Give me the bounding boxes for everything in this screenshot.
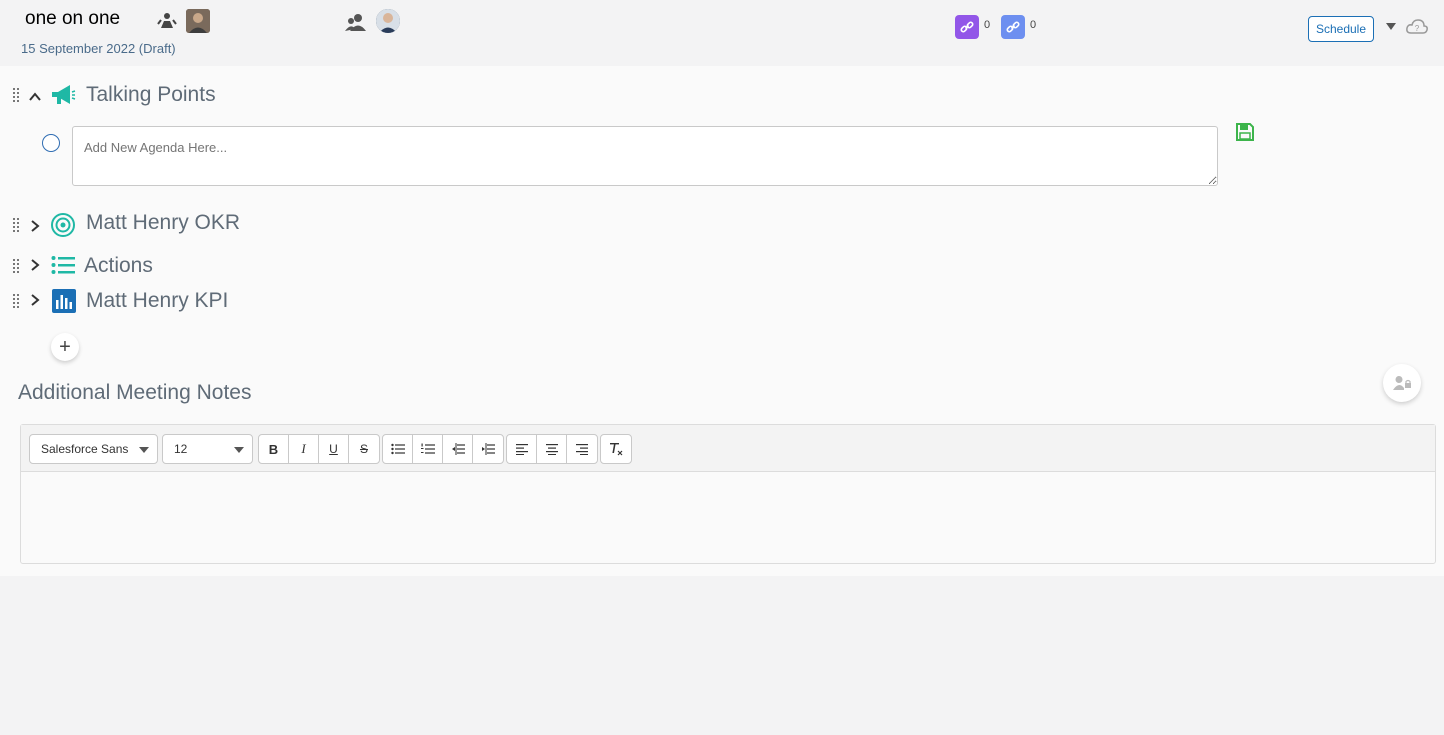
align-right-button[interactable]: [567, 435, 597, 463]
chevron-right-icon[interactable]: [28, 258, 42, 272]
chevron-down-icon: [234, 447, 244, 453]
drag-handle-icon[interactable]: [13, 259, 21, 273]
font-size-select[interactable]: 12: [162, 434, 253, 464]
indent-button[interactable]: [473, 435, 503, 463]
font-family-value: Salesforce Sans: [41, 442, 129, 456]
rich-text-editor: Salesforce Sans 12 B I U S: [20, 424, 1436, 564]
section-title-actions[interactable]: Actions: [84, 254, 153, 278]
link-icon: [1006, 21, 1020, 33]
chevron-right-icon[interactable]: [28, 293, 42, 307]
section-title-kpi[interactable]: Matt Henry KPI: [86, 289, 228, 313]
font-family-select[interactable]: Salesforce Sans: [29, 434, 158, 464]
meeting-title: one on one: [25, 8, 121, 29]
drag-handle-icon[interactable]: [13, 294, 21, 308]
chevron-up-icon[interactable]: [28, 90, 42, 104]
meeting-date: 15 September 2022 (Draft): [21, 41, 176, 56]
align-left-icon: [515, 444, 528, 455]
organizer-avatar[interactable]: [186, 9, 210, 33]
clear-format-group: [600, 434, 632, 464]
strikethrough-button[interactable]: S: [349, 435, 379, 463]
align-center-icon: [545, 444, 558, 455]
attendees-icon: [345, 14, 366, 31]
notes-title: Additional Meeting Notes: [18, 381, 252, 404]
related-links-count: 0: [1030, 19, 1037, 31]
editor-toolbar: Salesforce Sans 12 B I U S: [21, 425, 1435, 472]
outdent-button[interactable]: [443, 435, 473, 463]
cloud-sync-icon[interactable]: ?: [1405, 17, 1429, 37]
bullet-list-icon: [390, 443, 405, 455]
notes-editor-body[interactable]: [21, 472, 1435, 563]
text-format-group: B I U S: [258, 434, 380, 464]
svg-text:?: ?: [1415, 24, 1420, 33]
alignment-group: [506, 434, 598, 464]
section-title-talking-points[interactable]: Talking Points: [86, 83, 216, 107]
megaphone-icon: [52, 85, 76, 104]
numbered-list-button[interactable]: [413, 435, 443, 463]
user-lock-icon: [1393, 376, 1411, 390]
align-center-button[interactable]: [537, 435, 567, 463]
clear-formatting-button[interactable]: [601, 435, 631, 463]
attendee-avatar[interactable]: [376, 9, 400, 33]
numbered-list-icon: [420, 443, 435, 454]
more-options-caret-icon[interactable]: [1386, 23, 1396, 30]
save-icon[interactable]: [1235, 122, 1255, 142]
bold-button[interactable]: B: [259, 435, 289, 463]
section-title-okr[interactable]: Matt Henry OKR: [86, 211, 240, 235]
align-right-icon: [576, 444, 588, 455]
font-size-value: 12: [174, 442, 188, 456]
linked-items-count: 0: [984, 19, 991, 31]
italic-button[interactable]: I: [289, 435, 319, 463]
list-icon: [51, 256, 75, 274]
organizer-icon: [157, 13, 177, 28]
drag-handle-icon[interactable]: [13, 88, 21, 102]
list-format-group: [382, 434, 504, 464]
related-links-badge[interactable]: [1001, 15, 1025, 39]
clear-formatting-icon: [610, 443, 623, 456]
new-agenda-input[interactable]: [72, 126, 1218, 186]
chevron-right-icon[interactable]: [28, 219, 42, 233]
outdent-icon: [451, 443, 465, 455]
bar-chart-icon: [52, 289, 76, 313]
agenda-complete-radio[interactable]: [42, 134, 60, 152]
link-icon: [960, 21, 974, 33]
schedule-button[interactable]: Schedule: [1308, 16, 1374, 42]
underline-button[interactable]: U: [319, 435, 349, 463]
linked-items-badge[interactable]: [955, 15, 979, 39]
chevron-down-icon: [139, 447, 149, 453]
bullet-list-button[interactable]: [383, 435, 413, 463]
target-icon: [51, 213, 75, 237]
page-header: one on one 15 September 2022 (Draft) 0 0…: [0, 0, 1444, 66]
add-section-button[interactable]: +: [51, 333, 79, 361]
indent-icon: [482, 443, 495, 455]
private-notes-button[interactable]: [1383, 364, 1421, 402]
drag-handle-icon[interactable]: [13, 218, 21, 232]
align-left-button[interactable]: [507, 435, 537, 463]
